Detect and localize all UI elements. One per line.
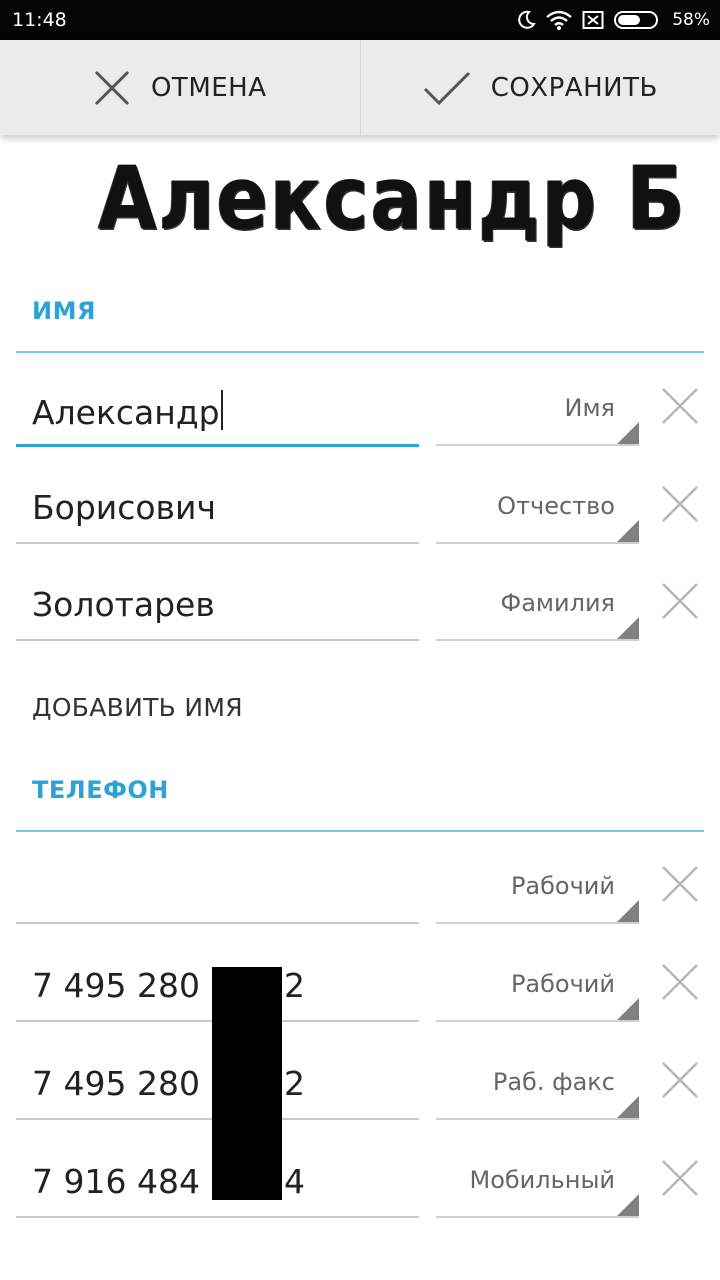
last-name-field[interactable]: Золотарев bbox=[16, 573, 419, 641]
wifi-icon bbox=[546, 10, 572, 30]
type-label: Имя bbox=[564, 394, 616, 422]
dropdown-triangle-icon bbox=[617, 422, 639, 444]
phone-value-end: 2 bbox=[283, 966, 305, 1005]
phone-value-start: 7 916 484 bbox=[32, 1162, 200, 1201]
phone-value-end: 4 bbox=[283, 1162, 305, 1201]
phone-type-dropdown[interactable]: Рабочий bbox=[436, 954, 639, 1022]
cancel-label: ОТМЕНА bbox=[150, 72, 267, 103]
add-name-button[interactable]: ДОБАВИТЬ ИМЯ bbox=[32, 693, 243, 722]
phone-type-dropdown[interactable]: Мобильный bbox=[436, 1150, 639, 1218]
battery-icon bbox=[614, 11, 659, 29]
cancel-button[interactable]: ОТМЕНА bbox=[0, 40, 360, 135]
first-name-field[interactable]: Александр bbox=[16, 378, 419, 447]
type-label: Фамилия bbox=[500, 589, 615, 617]
dropdown-triangle-icon bbox=[617, 1194, 639, 1216]
dropdown-triangle-icon bbox=[617, 1096, 639, 1118]
phone-row: 7 495 280 2 Рабочий bbox=[0, 954, 720, 1024]
remove-field-icon[interactable] bbox=[660, 962, 700, 1002]
name-row-middle: Борисович Отчество bbox=[0, 476, 720, 546]
save-button[interactable]: СОХРАНИТЬ bbox=[359, 40, 720, 135]
dropdown-triangle-icon bbox=[617, 998, 639, 1020]
remove-field-icon[interactable] bbox=[660, 1060, 700, 1100]
remove-field-icon[interactable] bbox=[660, 484, 700, 524]
phone-value-start: 7 495 280 bbox=[32, 966, 200, 1005]
remove-field-icon[interactable] bbox=[660, 864, 700, 904]
close-icon bbox=[94, 70, 130, 105]
card-image-text: Александр Б bbox=[98, 147, 687, 250]
phone-type-dropdown[interactable]: Раб. факс bbox=[436, 1052, 639, 1120]
redaction-box bbox=[212, 967, 282, 1200]
moon-icon bbox=[518, 10, 537, 29]
battery-percent: 58% bbox=[672, 10, 710, 30]
phone-type-dropdown[interactable]: Рабочий bbox=[436, 856, 639, 924]
contact-card-image: Александр Б bbox=[0, 135, 720, 260]
save-label: СОХРАНИТЬ bbox=[490, 72, 658, 103]
type-label: Раб. факс bbox=[492, 1068, 615, 1096]
remove-field-icon[interactable] bbox=[660, 386, 700, 426]
section-divider bbox=[16, 830, 704, 832]
dropdown-triangle-icon bbox=[617, 900, 639, 922]
type-label: Мобильный bbox=[469, 1166, 615, 1194]
phone-row: 7 916 484 4 Мобильный bbox=[0, 1150, 720, 1220]
middle-name-type-dropdown[interactable]: Отчество bbox=[436, 476, 639, 544]
type-label: Отчество bbox=[497, 492, 615, 520]
last-name-value: Золотарев bbox=[32, 585, 215, 624]
check-icon bbox=[423, 71, 470, 105]
remove-field-icon[interactable] bbox=[660, 1158, 700, 1198]
no-sim-icon bbox=[582, 11, 604, 29]
name-row-first: Александр Имя bbox=[0, 378, 720, 448]
middle-name-field[interactable]: Борисович bbox=[16, 476, 419, 544]
dropdown-triangle-icon bbox=[617, 520, 639, 542]
type-label: Рабочий bbox=[510, 970, 615, 998]
phone-value-end: 2 bbox=[283, 1064, 305, 1103]
phone-value-start: 7 495 280 bbox=[32, 1064, 200, 1103]
name-row-last: Золотарев Фамилия bbox=[0, 573, 720, 643]
section-divider bbox=[16, 351, 704, 353]
status-time: 11:48 bbox=[12, 9, 67, 31]
phone-section-header: ТЕЛЕФОН bbox=[32, 776, 169, 804]
status-bar: 11:48 58% bbox=[0, 0, 720, 40]
phone-row: 7 495 280 2 Раб. факс bbox=[0, 1052, 720, 1122]
text-cursor bbox=[220, 390, 223, 430]
first-name-value: Александр bbox=[32, 393, 220, 432]
middle-name-value: Борисович bbox=[32, 488, 216, 527]
name-section-header: ИМЯ bbox=[32, 297, 96, 325]
phone-row: Рабочий bbox=[0, 856, 720, 926]
status-icons: 58% bbox=[516, 8, 710, 32]
dropdown-triangle-icon bbox=[617, 617, 639, 639]
remove-field-icon[interactable] bbox=[660, 581, 700, 621]
type-label: Рабочий bbox=[510, 872, 615, 900]
phone-field-empty[interactable] bbox=[16, 856, 419, 924]
first-name-type-dropdown[interactable]: Имя bbox=[436, 378, 639, 446]
last-name-type-dropdown[interactable]: Фамилия bbox=[436, 573, 639, 641]
edit-toolbar: ОТМЕНА СОХРАНИТЬ bbox=[0, 40, 720, 135]
